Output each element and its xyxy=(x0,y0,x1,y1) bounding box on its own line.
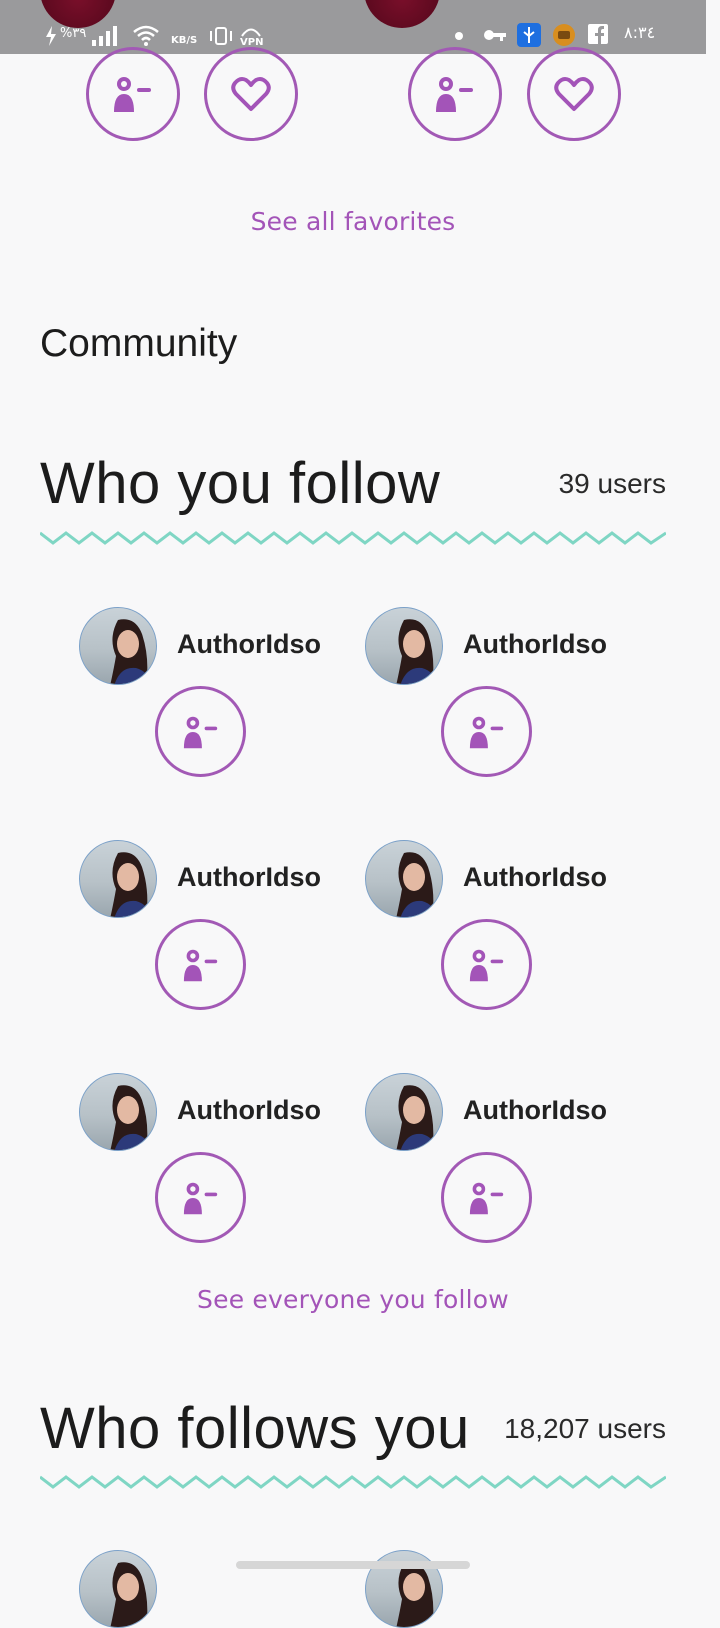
heart-icon xyxy=(231,77,271,111)
key-icon xyxy=(484,30,506,41)
zigzag-divider xyxy=(40,1475,666,1489)
person-remove-icon xyxy=(469,949,503,981)
home-indicator xyxy=(236,1561,470,1569)
unfollow-button[interactable] xyxy=(155,686,246,777)
facebook-icon xyxy=(588,24,608,44)
user-photo xyxy=(396,1085,436,1150)
favorite-user-avatar xyxy=(364,0,440,28)
charging-icon xyxy=(46,26,56,46)
vpn-icon xyxy=(241,28,261,37)
person-remove-icon xyxy=(183,716,217,748)
person-remove-icon xyxy=(114,77,151,112)
user-name[interactable]: AuthorIdso xyxy=(177,629,321,660)
app-notification-icon xyxy=(553,24,575,46)
user-name[interactable]: AuthorIdso xyxy=(177,862,321,893)
who-follows-you-count: 18,207 users xyxy=(504,1413,666,1444)
unfollow-button[interactable] xyxy=(441,919,532,1010)
zigzag-divider xyxy=(40,531,666,545)
notification-dot-icon xyxy=(455,32,463,40)
user-avatar[interactable] xyxy=(79,840,157,918)
person-remove-icon xyxy=(436,77,473,112)
person-remove-icon xyxy=(183,1182,217,1214)
unfollow-button[interactable] xyxy=(441,686,532,777)
person-remove-icon xyxy=(469,1182,503,1214)
user-photo xyxy=(110,852,150,917)
user-name[interactable]: AuthorIdso xyxy=(463,1095,607,1126)
battery-level: %٣٩ xyxy=(60,26,87,41)
user-name[interactable]: AuthorIdso xyxy=(177,1095,321,1126)
user-photo xyxy=(110,1085,150,1150)
who-you-follow-count: 39 users xyxy=(558,468,666,499)
user-avatar[interactable] xyxy=(79,607,157,685)
person-remove-icon xyxy=(183,949,217,981)
user-avatar[interactable] xyxy=(365,607,443,685)
usb-icon xyxy=(517,23,541,47)
unfollow-button[interactable] xyxy=(155,919,246,1010)
community-heading: Community xyxy=(40,322,238,365)
clock: ٨:٣٤ xyxy=(624,23,656,42)
user-photo xyxy=(110,1562,148,1627)
unfollow-button[interactable] xyxy=(86,47,180,141)
see-everyone-you-follow-link[interactable]: See everyone you follow xyxy=(0,1285,706,1314)
user-name[interactable]: AuthorIdso xyxy=(463,629,607,660)
user-photo xyxy=(396,619,436,684)
heart-icon xyxy=(554,77,594,111)
favorite-button[interactable] xyxy=(204,47,298,141)
unfollow-button[interactable] xyxy=(408,47,502,141)
vibrate-icon xyxy=(210,27,232,45)
user-photo xyxy=(396,852,436,917)
wifi-icon xyxy=(133,25,159,46)
person-remove-icon xyxy=(469,716,503,748)
user-avatar[interactable] xyxy=(79,1550,157,1628)
user-avatar[interactable] xyxy=(365,1073,443,1151)
who-you-follow-title: Who you follow xyxy=(40,451,441,516)
unfollow-button[interactable] xyxy=(155,1152,246,1243)
unfollow-button[interactable] xyxy=(441,1152,532,1243)
user-photo xyxy=(110,619,150,684)
signal-icon xyxy=(92,26,117,46)
status-bar: %٣٩ KB/S VPN ٨:٣٤ xyxy=(0,0,706,54)
user-avatar[interactable] xyxy=(365,840,443,918)
user-name[interactable]: AuthorIdso xyxy=(463,862,607,893)
see-all-favorites-link[interactable]: See all favorites xyxy=(0,207,706,236)
user-avatar[interactable] xyxy=(79,1073,157,1151)
who-follows-you-title: Who follows you xyxy=(40,1396,470,1461)
network-speed-unit: KB/S xyxy=(171,35,198,46)
favorite-user-avatar xyxy=(40,0,116,28)
favorite-button[interactable] xyxy=(527,47,621,141)
